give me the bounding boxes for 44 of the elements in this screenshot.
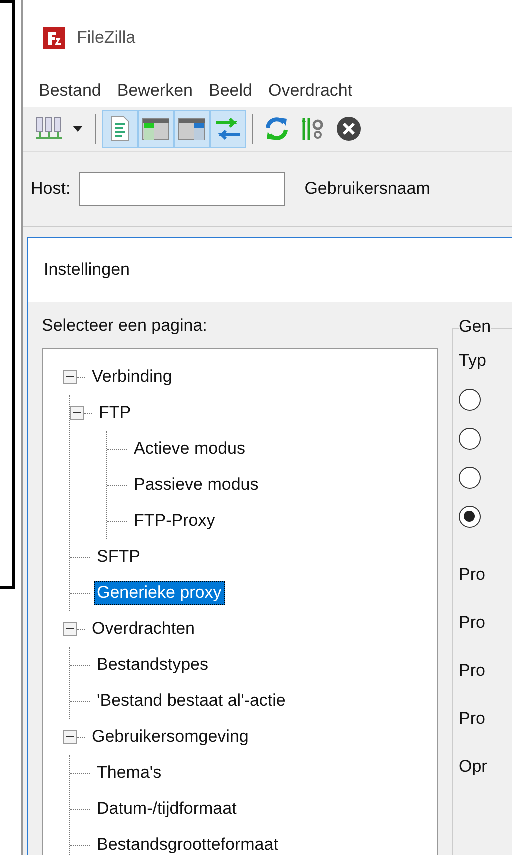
collapse-icon[interactable] xyxy=(63,622,77,636)
tree-item[interactable]: Datum-/tijdformaat xyxy=(94,797,240,821)
window-title: FileZilla xyxy=(77,28,136,48)
panel-icon[interactable] xyxy=(174,110,210,148)
menu-item[interactable]: Overdracht xyxy=(268,81,353,101)
field-label: Pro xyxy=(459,565,486,585)
tree-item[interactable]: Generieke proxy xyxy=(94,581,225,605)
collapse-icon[interactable] xyxy=(63,370,77,384)
menu-item[interactable]: Bestand xyxy=(39,81,102,101)
field-label: Pro xyxy=(459,613,486,633)
transfer-arrows-icon[interactable] xyxy=(210,110,246,148)
radio-button[interactable] xyxy=(459,467,481,489)
radio-button[interactable] xyxy=(459,389,481,411)
tree-item[interactable]: 'Bestand bestaat al'-actie xyxy=(94,689,289,713)
panel-icon[interactable] xyxy=(138,110,174,148)
dialog-title: Instellingen xyxy=(44,260,130,280)
host-label: Host: xyxy=(31,179,71,199)
type-label: Typ xyxy=(459,351,488,371)
tree-item[interactable]: Gebruikersomgeving xyxy=(89,725,252,749)
caret-icon xyxy=(72,125,84,133)
field-label: Opr xyxy=(459,757,488,777)
tree-label: Selecteer een pagina: xyxy=(42,316,208,336)
host-input[interactable] xyxy=(78,172,285,206)
tree-item[interactable]: Actieve modus xyxy=(131,437,248,461)
collapse-icon[interactable] xyxy=(63,730,77,744)
radio-button[interactable] xyxy=(459,506,481,528)
tree-item[interactable]: Passieve modus xyxy=(131,473,262,497)
radio-button[interactable] xyxy=(459,428,481,450)
app-logo-icon xyxy=(43,26,65,48)
tree-item[interactable]: FTP xyxy=(96,401,134,425)
tree-item[interactable]: SFTP xyxy=(94,545,144,569)
tree-item[interactable]: Bestandstypes xyxy=(94,653,212,677)
tree-item[interactable]: FTP-Proxy xyxy=(131,509,218,533)
collapse-icon[interactable] xyxy=(70,406,84,420)
username-label: Gebruikersnaam xyxy=(304,179,430,199)
field-label: Pro xyxy=(459,661,486,681)
field-label: Pro xyxy=(459,709,486,729)
menu-item[interactable]: Bewerken xyxy=(117,81,193,101)
tree-item[interactable]: Thema's xyxy=(94,761,165,785)
document-icon[interactable] xyxy=(102,110,138,148)
menu-item[interactable]: Beeld xyxy=(209,81,252,101)
tree-item[interactable]: Overdrachten xyxy=(89,617,198,641)
tree-item[interactable]: Bestandsgrootteformaat xyxy=(94,833,282,855)
tree-item[interactable]: Verbinding xyxy=(89,365,176,389)
